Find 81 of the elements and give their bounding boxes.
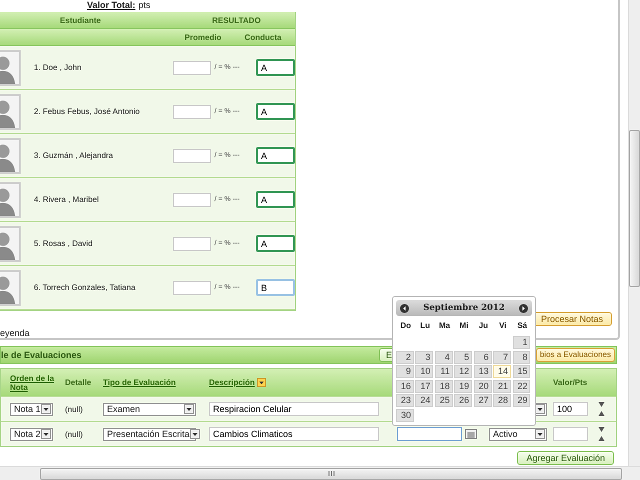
calendar-month-title: Septiembre 2012 <box>423 303 505 313</box>
conducta-input[interactable]: A <box>256 191 295 208</box>
calendar-day[interactable]: 23 <box>396 394 414 407</box>
calendar-day[interactable]: 29 <box>512 394 530 407</box>
points-input[interactable]: 100 <box>553 402 588 416</box>
student-name: 4. Rivera , Maribel <box>32 195 100 204</box>
horizontal-scrollbar[interactable] <box>0 466 640 480</box>
move-arrows-icon[interactable] <box>598 426 605 442</box>
calendar-icon[interactable] <box>465 429 477 439</box>
student-name: 2. Febus Febus, José Antonio <box>32 107 141 116</box>
status-select[interactable]: Activo <box>489 428 547 440</box>
calendar-day[interactable]: 15 <box>512 365 530 378</box>
calendar-day[interactable]: 10 <box>415 365 434 378</box>
valor-total: Valor Total: pts <box>86 0 152 12</box>
vertical-scrollbar[interactable] <box>628 0 640 466</box>
move-arrows-icon[interactable] <box>598 401 605 417</box>
calendar-day[interactable]: 13 <box>474 365 492 378</box>
calendar-day[interactable]: 22 <box>512 380 530 392</box>
calendar-day[interactable]: 11 <box>434 365 453 378</box>
order-select[interactable]: Nota 2 <box>10 428 53 440</box>
detail-text: (null) <box>65 404 83 414</box>
promedio-input[interactable] <box>172 60 210 74</box>
calendar-day[interactable]: 28 <box>493 394 512 407</box>
calendar-day[interactable]: 12 <box>454 365 472 378</box>
calendar-day[interactable]: 6 <box>474 350 492 364</box>
promedio-input[interactable] <box>172 236 210 250</box>
calendar-day[interactable]: 19 <box>454 380 472 392</box>
column-header: Estudiante <box>58 16 102 24</box>
column-header-link[interactable]: Descripción <box>209 378 255 387</box>
next-month-icon[interactable] <box>519 304 528 312</box>
calendar-day[interactable]: 3 <box>415 350 434 364</box>
column-header: Valor/Pts <box>553 378 588 387</box>
order-select[interactable]: Nota 1 <box>10 402 53 416</box>
calendar-day[interactable]: 14 <box>493 365 512 378</box>
student-name: 1. Doe , John <box>32 63 82 72</box>
date-input[interactable] <box>397 427 462 441</box>
student-name: 6. Torrech Gonzales, Tatiana <box>32 283 136 292</box>
promedio-input[interactable] <box>172 280 210 294</box>
calendar-day[interactable]: 30 <box>396 408 414 422</box>
column-header: Detalle <box>65 378 92 387</box>
calendar-day[interactable]: 20 <box>474 380 492 392</box>
promedio-input[interactable] <box>172 192 210 206</box>
conducta-input[interactable]: A <box>256 235 295 252</box>
points-input[interactable] <box>553 427 588 441</box>
agregar-evaluacion-button[interactable]: Agregar Evaluación <box>517 451 614 465</box>
student-name: 5. Rosas , David <box>32 239 94 248</box>
save-changes-button[interactable]: bios a Evaluaciones <box>536 348 615 362</box>
calendar-day[interactable]: 26 <box>454 394 472 407</box>
conducta-input[interactable]: A <box>256 103 295 120</box>
column-header: RESULTADO <box>211 16 262 24</box>
calendar-day[interactable]: 25 <box>434 394 453 407</box>
conducta-input[interactable]: A <box>256 147 295 164</box>
description-input[interactable]: Cambios Climaticos <box>209 427 379 441</box>
calendar-day[interactable]: 21 <box>493 380 512 392</box>
description-input[interactable]: Respiracion Celular <box>209 402 379 416</box>
detail-text: (null) <box>65 430 83 438</box>
type-select[interactable]: Examen <box>103 402 196 416</box>
column-header-link[interactable]: Tipo de Evaluación <box>103 378 176 387</box>
calendar-day[interactable]: 5 <box>454 350 472 364</box>
calendar-day[interactable]: 9 <box>396 365 414 378</box>
column-header: Promedio <box>184 32 222 42</box>
calendar-day[interactable]: 7 <box>493 350 512 364</box>
column-header-link[interactable]: Orden de la Nota <box>10 374 65 392</box>
promedio-input[interactable] <box>172 148 210 162</box>
calendar-day[interactable]: 18 <box>434 380 453 392</box>
calendar-day[interactable]: 16 <box>396 380 414 392</box>
calendar-day[interactable]: 1 <box>512 336 530 349</box>
column-header: Conducta <box>244 32 282 42</box>
calendar-day[interactable]: 17 <box>415 380 434 392</box>
section-title: le de Evaluaciones <box>1 350 83 360</box>
previous-month-icon[interactable] <box>400 304 409 312</box>
calendar-day[interactable]: 2 <box>396 350 414 364</box>
calendar-day[interactable]: 4 <box>434 350 453 364</box>
conducta-input[interactable]: B <box>256 279 295 296</box>
conducta-input[interactable]: A <box>256 59 295 76</box>
grip-icon <box>328 471 334 476</box>
student-name: 3. Guzmán , Alejandra <box>32 151 114 160</box>
calendar-day[interactable]: 27 <box>474 394 492 407</box>
calendar-day[interactable]: 24 <box>415 394 434 407</box>
calendar-day[interactable]: 8 <box>512 350 530 364</box>
promedio-input[interactable] <box>172 104 210 118</box>
